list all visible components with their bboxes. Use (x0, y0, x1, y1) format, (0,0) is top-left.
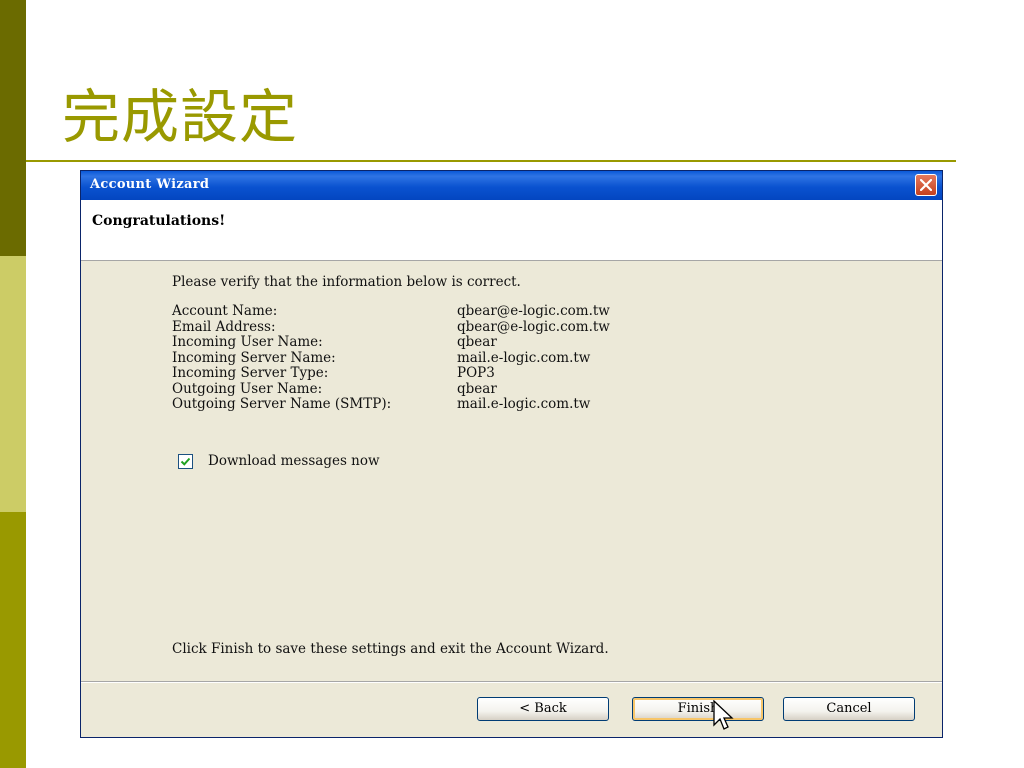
info-value: mail.e-logic.com.tw (457, 396, 591, 412)
download-messages-checkbox[interactable] (178, 454, 193, 469)
info-value: POP3 (457, 365, 495, 381)
finish-instructions: Click Finish to save these settings and … (172, 641, 609, 657)
slide-color-bar-top (0, 0, 26, 256)
slide-color-bar-bottom (0, 512, 26, 768)
verify-instructions: Please verify that the information below… (172, 274, 521, 290)
dialog-title: Account Wizard (90, 177, 210, 192)
footer-divider (81, 681, 942, 683)
wizard-header-title: Congratulations! (92, 213, 226, 229)
slide-color-bar-middle (0, 256, 26, 512)
back-button[interactable]: < Back (477, 697, 609, 721)
info-value: qbear (457, 380, 497, 397)
info-label: Email Address: (172, 318, 276, 335)
checkmark-icon (180, 457, 191, 466)
cancel-button[interactable]: Cancel (783, 697, 915, 721)
info-value: mail.e-logic.com.tw (457, 349, 591, 366)
info-label: Outgoing User Name: (172, 380, 323, 397)
info-label: Account Name: (172, 303, 278, 319)
account-wizard-dialog: Account Wizard Congratulations! Please v… (80, 170, 943, 738)
close-button[interactable] (915, 174, 937, 196)
title-divider (26, 160, 956, 162)
dialog-titlebar[interactable]: Account Wizard (81, 171, 942, 200)
download-messages-label[interactable]: Download messages now (208, 453, 380, 469)
wizard-header-panel: Congratulations! (81, 200, 942, 261)
finish-button[interactable]: Finish (632, 697, 764, 721)
info-value: qbear@e-logic.com.tw (457, 303, 610, 319)
slide-title: 完成設定 (62, 83, 299, 151)
info-label: Incoming Server Type: (172, 365, 329, 381)
mouse-pointer-icon (713, 700, 734, 730)
info-value: qbear@e-logic.com.tw (457, 318, 610, 335)
info-label: Incoming User Name: (172, 334, 323, 350)
info-label: Incoming Server Name: (172, 349, 336, 366)
close-icon (920, 179, 932, 191)
info-value: qbear (457, 334, 497, 350)
info-label: Outgoing Server Name (SMTP): (172, 396, 392, 412)
